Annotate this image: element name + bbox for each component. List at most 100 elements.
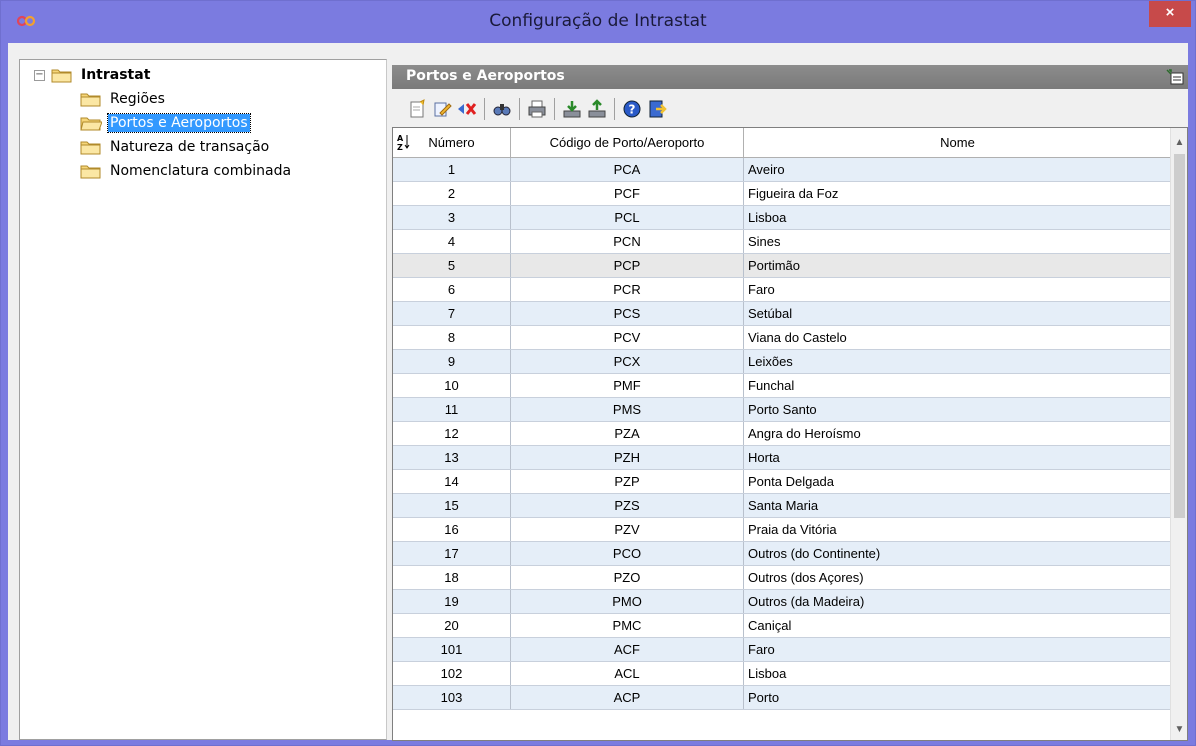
cell-codigo: ACL xyxy=(511,662,744,685)
svg-text:?: ? xyxy=(629,103,636,117)
cell-numero: 103 xyxy=(393,686,511,709)
title-bar[interactable]: Configuração de Intrastat × xyxy=(1,1,1195,43)
cell-numero: 11 xyxy=(393,398,511,421)
tree-item-natureza-de-transacao[interactable]: Natureza de transação xyxy=(80,136,271,158)
cell-codigo: PCP xyxy=(511,254,744,277)
table-row[interactable]: 9 PCX Leixões xyxy=(393,350,1171,374)
cell-numero: 16 xyxy=(393,518,511,541)
table-row[interactable]: 5 PCP Portimão xyxy=(393,254,1171,278)
table-row[interactable]: 102 ACL Lisboa xyxy=(393,662,1171,686)
find-button[interactable] xyxy=(491,98,513,120)
cell-numero: 14 xyxy=(393,470,511,493)
table-row[interactable]: 11 PMS Porto Santo xyxy=(393,398,1171,422)
table-row[interactable]: 16 PZV Praia da Vitória xyxy=(393,518,1171,542)
cell-codigo: ACP xyxy=(511,686,744,709)
cell-numero: 9 xyxy=(393,350,511,373)
cell-numero: 4 xyxy=(393,230,511,253)
table-row[interactable]: 1 PCA Aveiro xyxy=(393,158,1171,182)
table-row[interactable]: 4 PCN Sines xyxy=(393,230,1171,254)
cell-codigo: PCN xyxy=(511,230,744,253)
toolbar-separator xyxy=(484,98,485,120)
content-panel: Portos e Aeroportos ? A Z Número Código … xyxy=(392,59,1188,741)
cell-nome: Outros (do Continente) xyxy=(748,546,881,561)
panel-header: Portos e Aeroportos xyxy=(392,65,1188,89)
folder-open-icon xyxy=(51,69,72,83)
column-header-nome[interactable]: Nome xyxy=(744,128,1171,157)
tree-label-root: Intrastat xyxy=(81,67,151,83)
sort-az-icon[interactable]: A Z xyxy=(396,133,410,151)
panel-options-icon[interactable] xyxy=(1166,69,1184,85)
help-button[interactable]: ? xyxy=(621,98,643,120)
cell-nome: Outros (dos Açores) xyxy=(748,570,864,585)
table-row[interactable]: 2 PCF Figueira da Foz xyxy=(393,182,1171,206)
folder-icon xyxy=(80,165,101,179)
cell-numero: 101 xyxy=(393,638,511,661)
column-header-codigo[interactable]: Código de Porto/Aeroporto xyxy=(511,128,744,157)
cell-codigo: PCV xyxy=(511,326,744,349)
cell-codigo: PCO xyxy=(511,542,744,565)
cell-nome: Setúbal xyxy=(748,306,793,321)
client-area: − Intrastat Regiões Portos e Aeroportos … xyxy=(8,43,1188,741)
cell-nome: Figueira da Foz xyxy=(748,186,839,201)
new-icon xyxy=(410,99,425,118)
cell-nome: Sines xyxy=(748,234,781,249)
cell-numero: 5 xyxy=(393,254,511,277)
exit-icon xyxy=(649,100,667,118)
tree-item-intrastat[interactable]: − Intrastat xyxy=(34,64,152,86)
table-row[interactable]: 20 PMC Caniçal xyxy=(393,614,1171,638)
tree-label: Regiões xyxy=(110,91,165,107)
tree-item-regioes[interactable]: Regiões xyxy=(80,88,167,110)
table-row[interactable]: 18 PZO Outros (dos Açores) xyxy=(393,566,1171,590)
collapse-toggle[interactable]: − xyxy=(34,69,45,81)
table-row[interactable]: 14 PZP Ponta Delgada xyxy=(393,470,1171,494)
cell-codigo: PZV xyxy=(511,518,744,541)
cell-nome: Santa Maria xyxy=(748,498,819,513)
tree-item-portos-e-aeroportos[interactable]: Portos e Aeroportos xyxy=(80,112,251,134)
new-record-button[interactable] xyxy=(406,98,428,120)
folder-icon xyxy=(80,141,101,155)
table-row[interactable]: 101 ACF Faro xyxy=(393,638,1171,662)
cell-numero: 2 xyxy=(393,182,511,205)
toolbar: ? xyxy=(392,91,1188,127)
close-button[interactable]: × xyxy=(1149,1,1191,27)
cell-codigo: PCS xyxy=(511,302,744,325)
scroll-up-icon[interactable]: ▲ xyxy=(1171,134,1187,151)
import-button[interactable] xyxy=(561,98,583,120)
cell-codigo: PCL xyxy=(511,206,744,229)
column-header-numero[interactable]: A Z Número xyxy=(393,128,511,157)
toolbar-separator xyxy=(554,98,555,120)
cell-codigo: PMF xyxy=(511,374,744,397)
table-row[interactable]: 17 PCO Outros (do Continente) xyxy=(393,542,1171,566)
table-row[interactable]: 7 PCS Setúbal xyxy=(393,302,1171,326)
cell-nome: Horta xyxy=(748,450,780,465)
table-row[interactable]: 13 PZH Horta xyxy=(393,446,1171,470)
export-button[interactable] xyxy=(586,98,608,120)
scroll-down-icon[interactable]: ▼ xyxy=(1171,721,1187,738)
cell-nome: Portimão xyxy=(748,258,801,273)
import-icon xyxy=(563,101,581,118)
delete-record-button[interactable] xyxy=(456,98,478,120)
column-label: Número xyxy=(428,135,475,150)
table-row[interactable]: 10 PMF Funchal xyxy=(393,374,1171,398)
exit-button[interactable] xyxy=(646,98,668,120)
edit-record-button[interactable] xyxy=(431,98,453,120)
scrollbar-thumb[interactable] xyxy=(1174,154,1185,518)
print-button[interactable] xyxy=(526,98,548,120)
cell-nome: Faro xyxy=(748,642,775,657)
table-row[interactable]: 103 ACP Porto xyxy=(393,686,1171,710)
cell-numero: 7 xyxy=(393,302,511,325)
export-icon xyxy=(588,99,606,118)
table-row[interactable]: 8 PCV Viana do Castelo xyxy=(393,326,1171,350)
cell-nome: Funchal xyxy=(748,378,795,393)
tree-label: Natureza de transação xyxy=(110,139,270,155)
cell-nome: Leixões xyxy=(748,354,793,369)
cell-codigo: PCR xyxy=(511,278,744,301)
svg-text:A: A xyxy=(397,134,404,143)
table-row[interactable]: 6 PCR Faro xyxy=(393,278,1171,302)
table-row[interactable]: 3 PCL Lisboa xyxy=(393,206,1171,230)
vertical-scrollbar[interactable]: ▲ ▼ xyxy=(1170,128,1187,740)
table-row[interactable]: 19 PMO Outros (da Madeira) xyxy=(393,590,1171,614)
tree-item-nomenclatura-combinada[interactable]: Nomenclatura combinada xyxy=(80,160,293,182)
table-row[interactable]: 12 PZA Angra do Heroísmo xyxy=(393,422,1171,446)
table-row[interactable]: 15 PZS Santa Maria xyxy=(393,494,1171,518)
